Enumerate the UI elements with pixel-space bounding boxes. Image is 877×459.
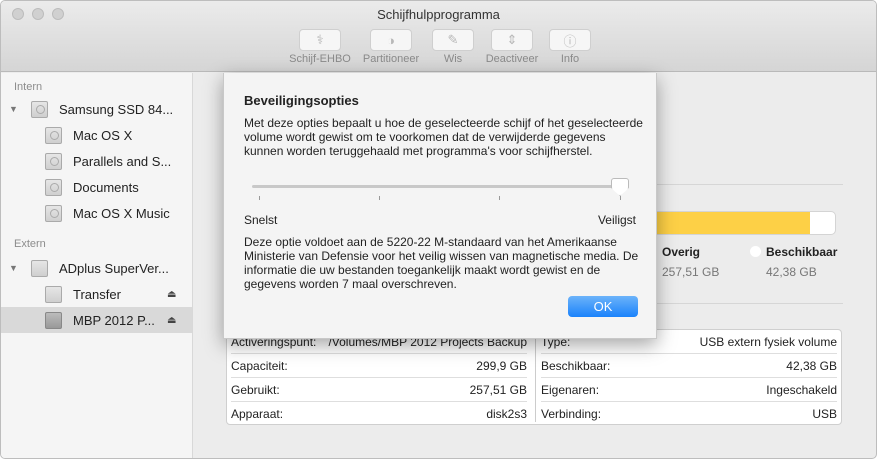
info-row: Capaciteit: 299,9 GB: [231, 354, 527, 378]
sidebar-item[interactable]: Documents: [1, 174, 192, 200]
info-key: Verbinding:: [541, 407, 602, 421]
legend-free-swatch: [750, 246, 761, 257]
toolbar-schijf-ehbo-button[interactable]: ⚕: [299, 29, 341, 51]
ok-button[interactable]: OK: [568, 296, 638, 317]
disclosure-triangle-icon[interactable]: ▼: [9, 104, 18, 114]
info-key: Apparaat:: [231, 407, 284, 421]
disk-icon: [45, 285, 62, 303]
sidebar-item[interactable]: ▼ Samsung SSD 84...: [1, 96, 192, 122]
dialog-explanation: Deze optie voldoet aan de 5220-22 M-stan…: [244, 235, 639, 291]
sidebar-item[interactable]: Mac OS X: [1, 122, 192, 148]
divider: [656, 184, 843, 185]
info-row: Gebruikt: 257,51 GB: [231, 378, 527, 402]
info-value: disk2s3: [486, 407, 527, 421]
slider-max-label: Veiligst: [597, 213, 636, 227]
toolbar-partitioneer-button[interactable]: ◑: [370, 29, 412, 51]
erase-icon: ✎: [447, 32, 459, 47]
unmount-icon: ⇕: [506, 32, 518, 47]
sidebar-item-label: Samsung SSD 84...: [59, 101, 174, 117]
sidebar-item-label: Transfer: [73, 286, 121, 302]
info-table: Activeringspunt:/Volumes/MBP 2012 Projec…: [226, 329, 842, 425]
toolbar-label: Partitioneer: [362, 53, 420, 65]
column-divider: [535, 334, 536, 422]
titlebar: Schijfhulpprogramma ⚕ Schijf-EHBO ◑ Partiti…: [1, 1, 876, 72]
section-external: Extern: [14, 238, 46, 250]
info-key: Gebruikt:: [231, 383, 280, 397]
divider: [656, 303, 843, 304]
window-title: Schijfhulpprogramma: [377, 7, 500, 22]
toolbar-deactiveer-button[interactable]: ⇕: [491, 29, 533, 51]
sidebar-item-label: ADplus SuperVer...: [59, 260, 169, 276]
legend-free-value: 42,38 GB: [766, 265, 817, 279]
usage-bar: [656, 211, 836, 235]
info-value: USB extern fysiek volume: [699, 335, 837, 349]
sidebar-item[interactable]: Mac OS X Music: [1, 200, 192, 226]
window: Schijfhulpprogramma ⚕ Schijf-EHBO ◑ Partiti…: [0, 0, 877, 459]
disk-icon: [31, 259, 48, 277]
slider-tick: [379, 196, 380, 200]
partition-icon: ◑: [387, 32, 395, 48]
disk-icon: [45, 178, 62, 196]
slider-min-label: Snelst: [244, 213, 278, 227]
info-row: Apparaat: disk2s3: [231, 402, 527, 426]
disk-icon: [45, 126, 62, 144]
info-icon: ⓘ: [563, 33, 577, 49]
dialog-title: Beveiligingsopties: [244, 93, 359, 108]
toolbar-wis-button[interactable]: ✎: [432, 29, 474, 51]
usage-bar-fill: [657, 212, 810, 234]
sidebar: Intern Extern ▼ Samsung SSD 84... Mac OS X…: [1, 73, 193, 458]
legend-free-label: Beschikbaar: [766, 245, 838, 259]
info-key: Eigenaren:: [541, 383, 600, 397]
eject-icon[interactable]: ⏏: [167, 315, 176, 326]
toolbar-label: Schijf-EHBO: [289, 53, 351, 65]
info-value: Ingeschakeld: [766, 383, 837, 397]
toolbar-info-button[interactable]: ⓘ: [549, 29, 591, 51]
sidebar-item-label: Documents: [73, 179, 139, 195]
info-value: 257,51 GB: [469, 383, 527, 397]
slider-tick: [499, 196, 500, 200]
section-internal: Intern: [14, 81, 43, 93]
slider-track[interactable]: [252, 185, 627, 188]
sidebar-item-label: Mac OS X: [73, 127, 133, 143]
info-value: 42,38 GB: [786, 359, 837, 373]
disk-icon: [45, 311, 62, 329]
disclosure-triangle-icon[interactable]: ▼: [9, 263, 18, 273]
disk-icon: [45, 152, 62, 170]
security-options-dialog: Beveiligingsopties Met deze opties bepaa…: [223, 73, 657, 339]
info-value: 299,9 GB: [476, 359, 527, 373]
eject-icon[interactable]: ⏏: [167, 289, 176, 300]
dialog-description: Met deze opties bepaalt u hoe de geselec…: [244, 116, 643, 158]
disk-icon: [45, 204, 62, 222]
sidebar-item-label: MBP 2012 P...: [73, 312, 155, 328]
info-row: Beschikbaar: 42,38 GB: [541, 354, 837, 378]
sidebar-item[interactable]: Parallels and S...: [1, 148, 192, 174]
toolbar-label: Info: [560, 53, 580, 65]
sidebar-item-label: Mac OS X Music: [73, 205, 170, 221]
legend-other-value: 257,51 GB: [662, 265, 720, 279]
sidebar-item[interactable]: MBP 2012 P... ⏏: [1, 307, 192, 333]
slider-tick: [620, 196, 621, 200]
sidebar-item[interactable]: ▼ ADplus SuperVer...: [1, 255, 192, 281]
slider-tick: [259, 196, 260, 200]
info-key: Beschikbaar:: [541, 359, 611, 373]
legend-other-label: Overig: [662, 245, 701, 259]
sidebar-item[interactable]: Transfer ⏏: [1, 281, 192, 307]
info-row: Eigenaren: Ingeschakeld: [541, 378, 837, 402]
disk-icon: [31, 100, 48, 118]
slider-thumb[interactable]: [611, 178, 629, 196]
info-value: USB: [812, 407, 837, 421]
info-key: Capaciteit:: [231, 359, 288, 373]
stethoscope-icon: ⚕: [316, 32, 324, 47]
sidebar-item-label: Parallels and S...: [73, 153, 172, 169]
info-row: Verbinding: USB: [541, 402, 837, 426]
